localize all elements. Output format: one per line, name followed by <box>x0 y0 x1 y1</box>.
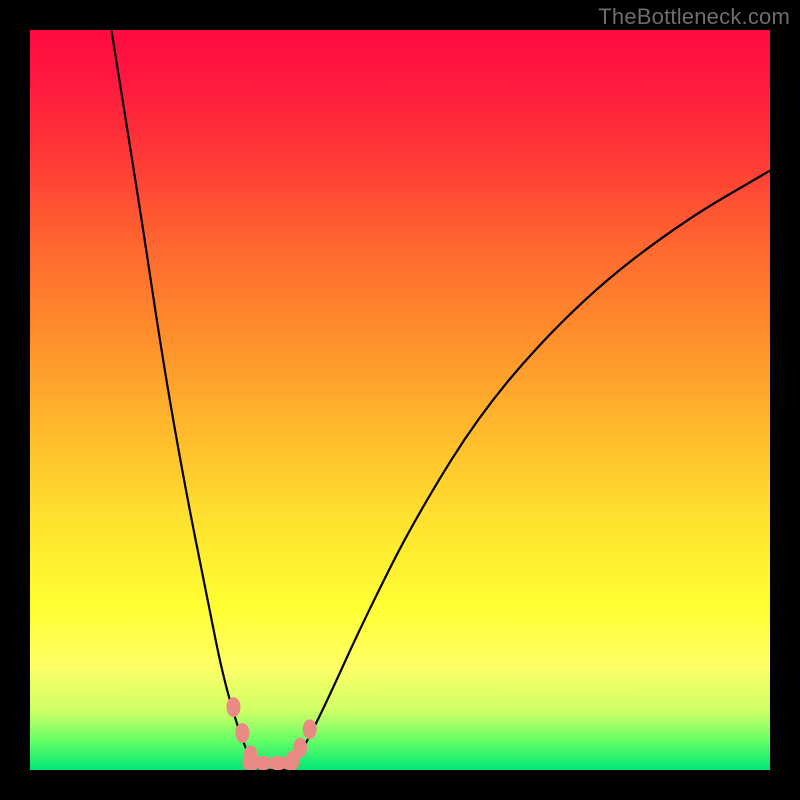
markers-group <box>227 697 317 770</box>
plot-area <box>30 30 770 770</box>
left-curve <box>111 30 259 770</box>
chart-frame: TheBottleneck.com <box>0 0 800 800</box>
marker-floor <box>255 756 271 770</box>
marker-dot <box>235 723 249 743</box>
curve-layer <box>30 30 770 770</box>
marker-floor <box>282 756 298 770</box>
marker-dot <box>303 719 317 739</box>
right-curve <box>289 171 770 770</box>
watermark-text: TheBottleneck.com <box>598 4 790 30</box>
marker-dot <box>227 697 241 717</box>
marker-dot <box>293 738 307 758</box>
